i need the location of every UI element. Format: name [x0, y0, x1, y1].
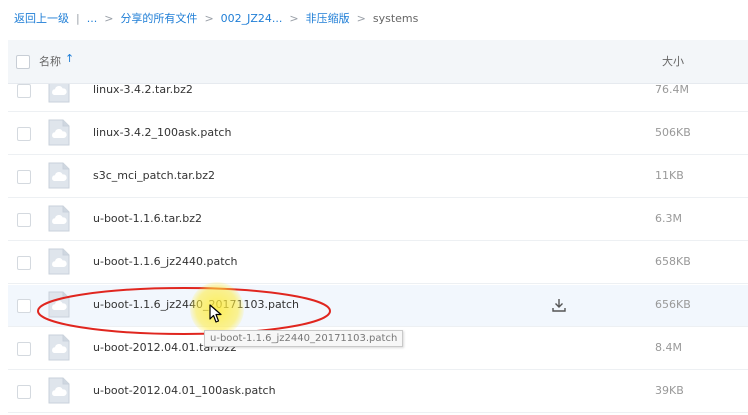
file-size: 6.3M — [655, 212, 682, 225]
filename-tooltip: u-boot-1.1.6_jz2440_20171103.patch — [204, 330, 404, 347]
breadcrumb-separator: > — [104, 11, 114, 25]
file-row[interactable]: linux-3.4.2_100ask.patch 506KB — [8, 113, 748, 155]
back-link[interactable]: 返回上一级 — [14, 10, 69, 26]
cloud-file-icon — [48, 119, 70, 146]
file-row[interactable]: u-boot-1.1.6_jz2440_20171103.patch 656KB — [8, 285, 748, 327]
breadcrumb-separator: > — [289, 11, 299, 25]
file-list: linux-3.4.2.tar.bz2 76.4M linux-3.4.2_100a… — [8, 84, 748, 415]
file-name[interactable]: u-boot-1.1.6_jz2440.patch — [93, 255, 238, 268]
row-checkbox[interactable] — [17, 256, 31, 270]
row-checkbox[interactable] — [17, 84, 31, 98]
size-column-header[interactable]: 大小 — [662, 53, 684, 69]
breadcrumb-ellipsis[interactable]: ... — [87, 12, 98, 25]
cloud-file-icon — [48, 205, 70, 232]
cloud-file-icon — [48, 377, 70, 404]
file-size: 506KB — [655, 126, 691, 139]
breadcrumb-jz2440-folder[interactable]: 002_JZ24... — [221, 12, 283, 25]
file-name[interactable]: s3c_mci_patch.tar.bz2 — [93, 169, 215, 182]
file-name[interactable]: u-boot-2012.04.01_100ask.patch — [93, 384, 276, 397]
file-size: 658KB — [655, 255, 691, 268]
row-checkbox[interactable] — [17, 299, 31, 313]
file-row[interactable]: linux-3.4.2.tar.bz2 76.4M — [8, 84, 748, 112]
cloud-file-icon — [48, 84, 70, 103]
breadcrumb-separator: > — [356, 11, 366, 25]
file-row[interactable]: u-boot-2012.04.01_100ask.patch 39KB — [8, 371, 748, 413]
file-row[interactable]: u-boot-1.1.6.tar.bz2 6.3M — [8, 199, 748, 241]
name-column-header[interactable]: 名称 — [39, 53, 61, 69]
breadcrumb: 返回上一级 | ... > 分享的所有文件 > 002_JZ24... > 非压… — [0, 0, 748, 36]
file-size: 11KB — [655, 169, 684, 182]
breadcrumb-uncompressed-folder[interactable]: 非压缩版 — [306, 10, 350, 26]
row-checkbox[interactable] — [17, 127, 31, 141]
file-name[interactable]: linux-3.4.2.tar.bz2 — [93, 84, 193, 96]
select-all-checkbox[interactable] — [16, 55, 30, 69]
sort-arrow-icon[interactable]: ↑ — [65, 52, 74, 65]
file-row[interactable]: u-boot-1.1.6_jz2440.patch 658KB — [8, 242, 748, 284]
breadcrumb-current: systems — [372, 11, 419, 25]
file-size: 76.4M — [655, 84, 689, 96]
cloud-file-icon — [48, 162, 70, 189]
cloud-file-icon — [48, 248, 70, 275]
file-row[interactable]: s3c_mci_patch.tar.bz2 11KB — [8, 156, 748, 198]
file-name[interactable]: u-boot-1.1.6_jz2440_20171103.patch — [93, 298, 299, 311]
breadcrumb-all-shared-files[interactable]: 分享的所有文件 — [120, 10, 197, 26]
row-checkbox[interactable] — [17, 213, 31, 227]
row-checkbox[interactable] — [17, 342, 31, 356]
row-checkbox[interactable] — [17, 170, 31, 184]
download-icon[interactable] — [551, 297, 567, 313]
file-name[interactable]: linux-3.4.2_100ask.patch — [93, 126, 231, 139]
file-size: 656KB — [655, 298, 691, 311]
file-size: 39KB — [655, 384, 684, 397]
breadcrumb-divider: | — [76, 11, 80, 25]
cloud-file-icon — [48, 334, 70, 361]
breadcrumb-separator: > — [204, 11, 214, 25]
cloud-file-icon — [48, 291, 70, 318]
file-name[interactable]: u-boot-1.1.6.tar.bz2 — [93, 212, 202, 225]
file-list-header: 名称 ↑ 大小 — [8, 40, 748, 84]
row-checkbox[interactable] — [17, 385, 31, 399]
file-size: 8.4M — [655, 341, 682, 354]
